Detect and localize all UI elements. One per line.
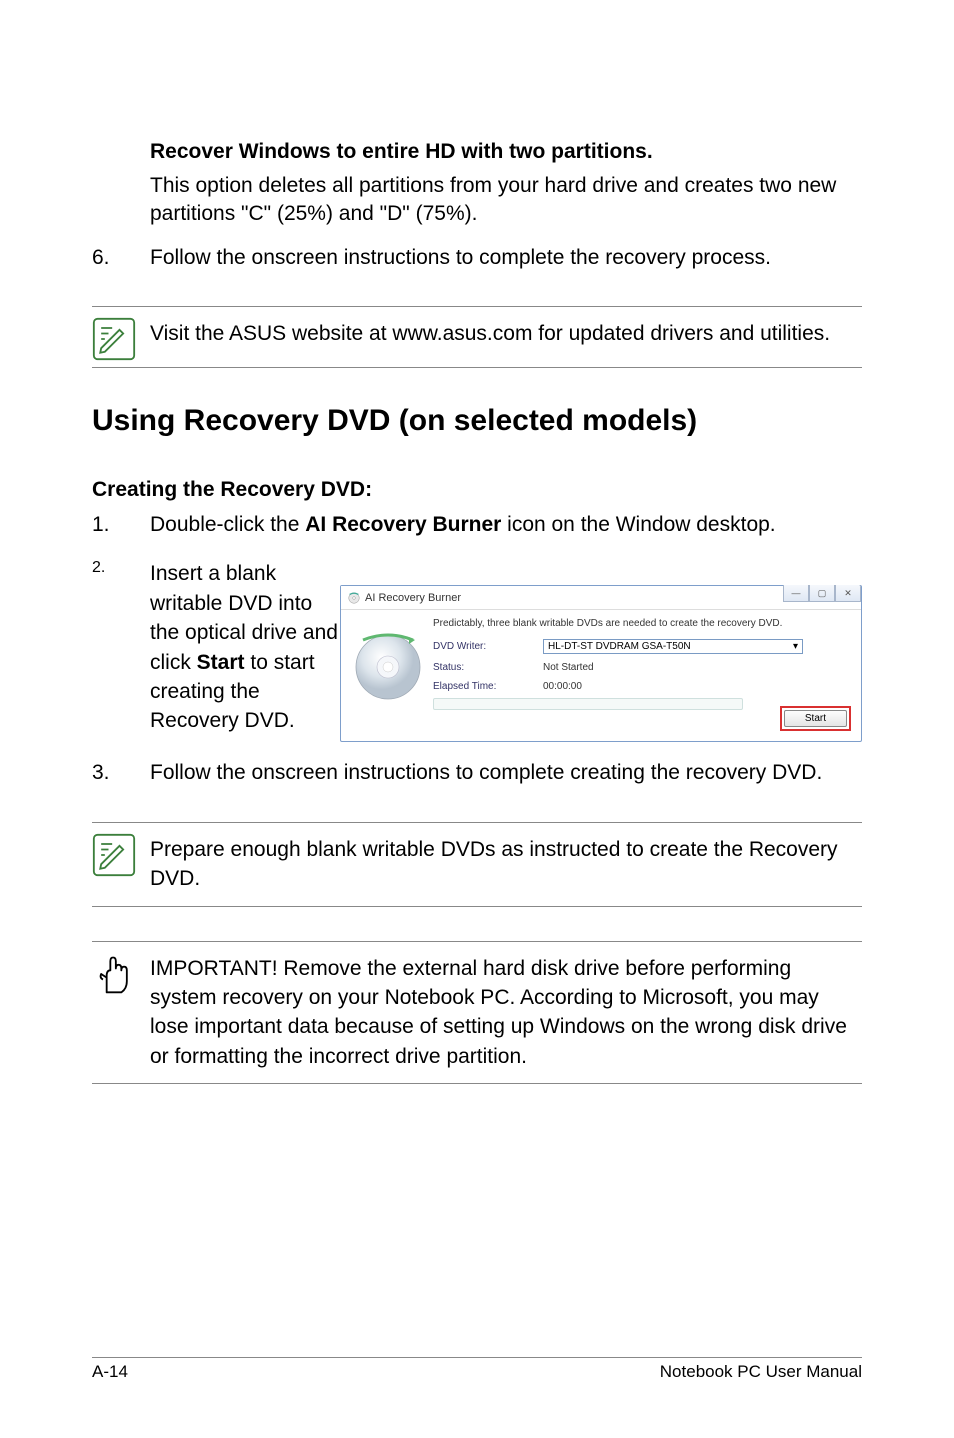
progress-bar: [433, 698, 743, 710]
disc-icon: [353, 632, 423, 702]
minimize-button[interactable]: —: [783, 585, 809, 602]
important-text: IMPORTANT! Remove the external hard disk…: [150, 948, 862, 1078]
status-value: Not Started: [543, 662, 594, 673]
step-number: 3.: [92, 758, 150, 787]
ai-recovery-burner-window: AI Recovery Burner — ▢ ✕: [340, 585, 862, 742]
important-icon: [92, 948, 150, 996]
option-description: This option deletes all partitions from …: [150, 172, 862, 229]
maximize-button[interactable]: ▢: [809, 585, 835, 602]
step-number: 6.: [92, 243, 150, 272]
note-text: Prepare enough blank writable DVDs as in…: [150, 829, 862, 900]
step-text: Follow the onscreen instructions to comp…: [150, 758, 862, 787]
note-icon: [92, 313, 150, 361]
page-number: A-14: [92, 1362, 128, 1382]
section-heading: Using Recovery DVD (on selected models): [92, 404, 862, 438]
option-heading: Recover Windows to entire HD with two pa…: [150, 140, 862, 164]
note-text: Visit the ASUS website at www.asus.com f…: [150, 313, 862, 354]
prediction-text: Predictably, three blank writable DVDs a…: [433, 618, 849, 629]
elapsed-time-label: Elapsed Time:: [433, 681, 543, 692]
step-number: 2.: [92, 559, 150, 742]
subheading: Creating the Recovery DVD:: [92, 478, 862, 502]
step-text: Insert a blank writable DVD into the opt…: [150, 559, 340, 742]
start-button[interactable]: Start: [784, 710, 847, 727]
step-text: Double-click the AI Recovery Burner icon…: [150, 510, 862, 539]
note-icon: [92, 829, 150, 877]
window-title: AI Recovery Burner: [365, 592, 461, 604]
close-button[interactable]: ✕: [835, 585, 861, 602]
status-label: Status:: [433, 662, 543, 673]
window-titlebar: AI Recovery Burner — ▢ ✕: [341, 586, 861, 610]
step-text: Follow the onscreen instructions to comp…: [150, 243, 862, 272]
elapsed-time-value: 00:00:00: [543, 681, 582, 692]
footer-title: Notebook PC User Manual: [660, 1362, 862, 1382]
dvd-writer-dropdown[interactable]: HL-DT-ST DVDRAM GSA-T50N ▾: [543, 639, 803, 654]
app-icon: [347, 591, 361, 605]
dvd-writer-label: DVD Writer:: [433, 641, 543, 652]
start-button-highlight: Start: [780, 706, 851, 731]
step-number: 1.: [92, 510, 150, 539]
chevron-down-icon: ▾: [793, 641, 798, 652]
